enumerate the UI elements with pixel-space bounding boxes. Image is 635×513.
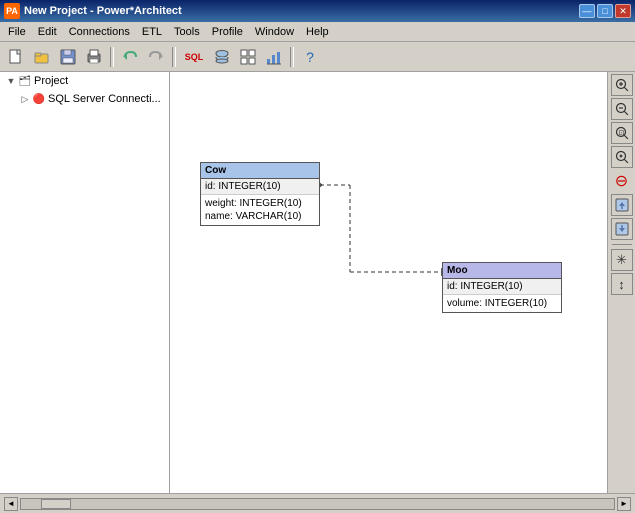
undo-button[interactable]: [118, 45, 142, 69]
save-button[interactable]: [56, 45, 80, 69]
import-button[interactable]: [611, 218, 633, 240]
delete-button[interactable]: ⊖: [611, 170, 633, 192]
pointer-tool-button[interactable]: ↕: [611, 273, 633, 295]
er-table-moo-pk: id: INTEGER(10): [443, 279, 561, 295]
er-table-moo-header: Moo: [443, 263, 561, 279]
right-panel: ⊡ ⊖ ✳ ↕: [607, 72, 635, 493]
export-button[interactable]: [611, 194, 633, 216]
svg-text:⊡: ⊡: [618, 130, 624, 137]
menu-file[interactable]: File: [2, 24, 32, 40]
tree-label-project: Project: [34, 75, 68, 87]
close-button[interactable]: ✕: [615, 4, 631, 18]
tree-label-db: SQL Server Connecti...: [48, 93, 161, 105]
help-button[interactable]: ?: [298, 45, 322, 69]
tree-toggle-db[interactable]: ▷: [18, 92, 32, 106]
menu-etl[interactable]: ETL: [136, 24, 168, 40]
zoom-fit-button[interactable]: ⊡: [611, 122, 633, 144]
minimize-button[interactable]: —: [579, 4, 595, 18]
db-button[interactable]: [210, 45, 234, 69]
toolbar-sep-3: [290, 47, 294, 67]
zoom-out-button[interactable]: [611, 98, 633, 120]
title-bar-controls: — □ ✕: [579, 4, 631, 18]
scroll-left-button[interactable]: ◄: [4, 497, 18, 511]
print-button[interactable]: [82, 45, 106, 69]
menu-edit[interactable]: Edit: [32, 24, 63, 40]
tree-toggle-project[interactable]: ▼: [4, 74, 18, 88]
title-bar: PA New Project - Power*Architect — □ ✕: [0, 0, 635, 22]
zoom-reset-button[interactable]: [611, 146, 633, 168]
new-button[interactable]: [4, 45, 28, 69]
menu-connections[interactable]: Connections: [63, 24, 136, 40]
right-panel-sep: [612, 244, 632, 245]
main-area: ▼ 🗂 Project ▷ 🔴 SQL Server Connecti...: [0, 72, 635, 493]
er-field-cow-name: name: VARCHAR(10): [205, 210, 315, 223]
toolbar: SQL ?: [0, 42, 635, 72]
er-table-cow-fields: weight: INTEGER(10) name: VARCHAR(10): [201, 195, 319, 225]
compare-button[interactable]: [236, 45, 260, 69]
er-field-moo-volume: volume: INTEGER(10): [447, 297, 557, 310]
er-table-moo[interactable]: Moo id: INTEGER(10) volume: INTEGER(10): [442, 262, 562, 313]
er-field-cow-weight: weight: INTEGER(10): [205, 197, 315, 210]
app-icon: PA: [4, 3, 20, 19]
status-bar: ◄ ►: [0, 493, 635, 513]
scroll-right-button[interactable]: ►: [617, 497, 631, 511]
toolbar-sep-1: [110, 47, 114, 67]
select-tool-button[interactable]: ✳: [611, 249, 633, 271]
toolbar-sep-2: [172, 47, 176, 67]
redo-button[interactable]: [144, 45, 168, 69]
open-button[interactable]: [30, 45, 54, 69]
er-table-cow-header: Cow: [201, 163, 319, 179]
chart-button[interactable]: [262, 45, 286, 69]
db-icon: 🔴: [32, 92, 46, 106]
window-title: New Project - Power*Architect: [24, 5, 182, 17]
maximize-button[interactable]: □: [597, 4, 613, 18]
er-table-cow-pk: id: INTEGER(10): [201, 179, 319, 195]
menu-bar: File Edit Connections ETL Tools Profile …: [0, 22, 635, 42]
title-bar-left: PA New Project - Power*Architect: [4, 3, 182, 19]
zoom-in-button[interactable]: [611, 74, 633, 96]
canvas-area[interactable]: Cow id: INTEGER(10) weight: INTEGER(10) …: [170, 72, 607, 493]
menu-help[interactable]: Help: [300, 24, 335, 40]
scroll-track[interactable]: [20, 498, 615, 510]
menu-profile[interactable]: Profile: [206, 24, 249, 40]
left-panel: ▼ 🗂 Project ▷ 🔴 SQL Server Connecti...: [0, 72, 170, 493]
tree-item-project[interactable]: ▼ 🗂 Project: [0, 72, 169, 90]
tree-item-db[interactable]: ▷ 🔴 SQL Server Connecti...: [0, 90, 169, 108]
er-table-moo-fields: volume: INTEGER(10): [443, 295, 561, 312]
menu-tools[interactable]: Tools: [168, 24, 206, 40]
project-icon: 🗂: [18, 74, 32, 88]
sql-button[interactable]: SQL: [180, 45, 208, 69]
scroll-thumb[interactable]: [41, 499, 71, 509]
er-table-cow[interactable]: Cow id: INTEGER(10) weight: INTEGER(10) …: [200, 162, 320, 226]
scrollbar-area: ◄ ►: [4, 497, 631, 511]
menu-window[interactable]: Window: [249, 24, 300, 40]
